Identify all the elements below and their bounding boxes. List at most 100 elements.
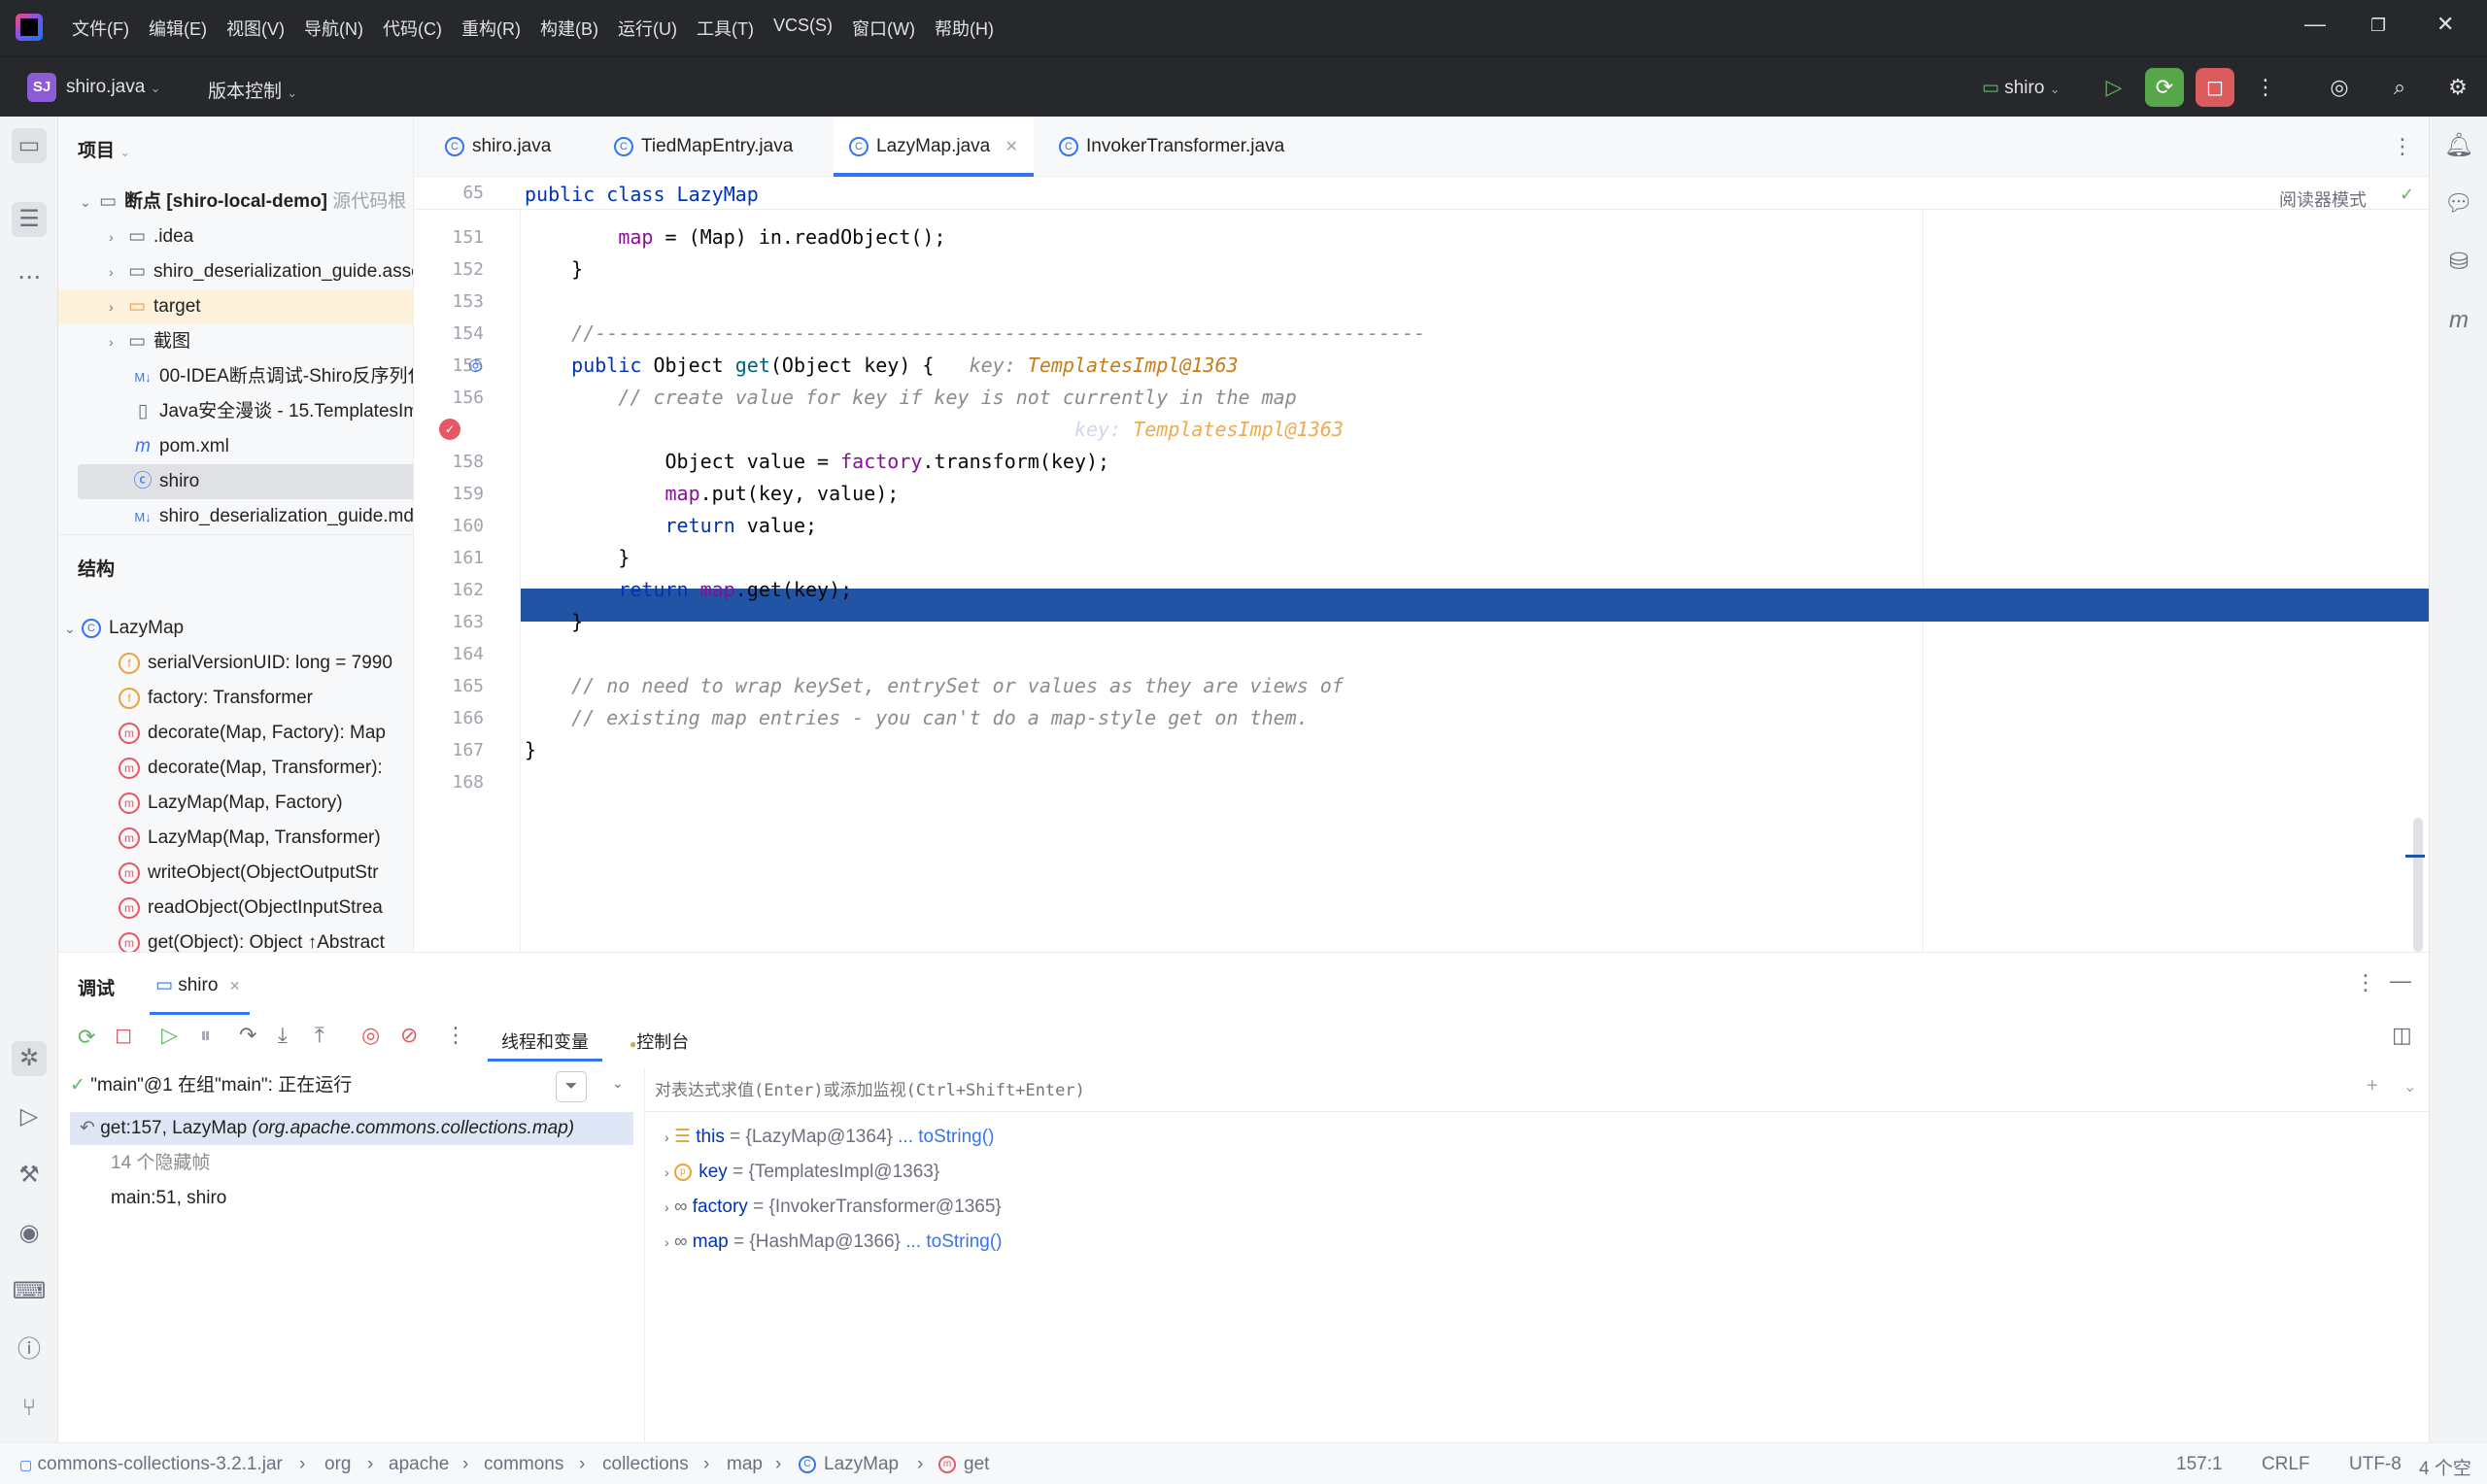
variable-row[interactable]: › ∞ factory = {InvokerTransformer@1365} xyxy=(664,1190,1002,1225)
menu-edit[interactable]: 编辑(E) xyxy=(149,16,207,41)
variable-row[interactable]: › ☰ this = {LazyMap@1364} ... toString() xyxy=(664,1120,994,1155)
chevron-right-icon[interactable]: › xyxy=(664,1130,669,1145)
caret-position[interactable]: 157:1 xyxy=(2176,1454,2223,1475)
structure-icon[interactable]: ☰ xyxy=(12,202,47,237)
add-watch-icon[interactable]: ⌄ xyxy=(2403,1077,2416,1096)
chevron-right-icon[interactable]: › xyxy=(664,1164,669,1180)
ai-assistant-icon[interactable]: ◎ xyxy=(2320,68,2359,107)
tab-threads-variables[interactable]: 线程和变量 xyxy=(488,1009,602,1062)
tree-row-pom[interactable]: m pom.xml xyxy=(58,429,413,464)
tostring-link[interactable]: ... toString() xyxy=(905,1231,1002,1252)
menu-view[interactable]: 视图(V) xyxy=(226,16,285,41)
view-breakpoints-icon[interactable]: ◎ xyxy=(361,1023,380,1048)
tab-lazymap-java[interactable]: C LazyMap.java ✕ xyxy=(834,117,1034,177)
indent-setting[interactable]: 4 个空格 xyxy=(2419,1454,2487,1484)
minimize-icon[interactable]: — xyxy=(2304,12,2326,37)
hide-panel-icon[interactable]: — xyxy=(2390,968,2411,994)
breadcrumb-item[interactable]: commons xyxy=(484,1454,563,1475)
tree-row-md2[interactable]: M↓ shiro_deserialization_guide.md xyxy=(58,499,413,534)
more-debug-actions-icon[interactable]: ⋮ xyxy=(445,1023,466,1048)
breadcrumb-class[interactable]: C LazyMap xyxy=(799,1454,899,1475)
debug-session-tab[interactable]: ▭ shiro ✕ xyxy=(150,957,251,1015)
breakpoint-icon[interactable]: ✓ xyxy=(439,419,460,440)
database-icon[interactable]: ⛁ xyxy=(2441,245,2476,280)
reader-mode-link[interactable]: 阅读器模式 xyxy=(2279,186,2367,212)
stop-icon[interactable]: ◻ xyxy=(115,1023,132,1048)
tostring-link[interactable]: ... toString() xyxy=(898,1127,994,1147)
more-tools-icon[interactable]: ⋯ xyxy=(12,260,47,295)
stop-icon[interactable]: ◻ xyxy=(2196,68,2234,107)
step-out-icon[interactable]: ⤒ xyxy=(315,1023,324,1048)
pause-icon[interactable]: ⏸ xyxy=(200,1023,211,1048)
menu-refactor[interactable]: 重构(R) xyxy=(461,16,521,41)
menu-code[interactable]: 代码(C) xyxy=(383,16,442,41)
hidden-frames-row[interactable]: 14 个隐藏帧 xyxy=(70,1147,633,1180)
vcs-selector[interactable]: 版本控制 ⌄ xyxy=(208,77,297,103)
project-panel-title[interactable]: 项目 ⌄ xyxy=(78,136,130,162)
git-branch-icon[interactable]: ⑂ xyxy=(12,1391,47,1426)
tree-row-txt[interactable]: ▯ Java安全漫谈 - 15.TemplatesImpl xyxy=(58,394,413,429)
resume-icon[interactable]: ▷ xyxy=(2095,68,2133,107)
tree-row-screenshots[interactable]: › ▭ 截图 xyxy=(58,324,413,359)
override-method-icon[interactable]: ◎ xyxy=(468,355,483,375)
structure-item[interactable]: f factory: Transformer xyxy=(58,681,413,716)
mute-breakpoints-icon[interactable]: ⊘ xyxy=(400,1023,418,1048)
menu-tools[interactable]: 工具(T) xyxy=(697,16,754,41)
step-into-icon[interactable]: ⤓ xyxy=(278,1023,288,1048)
close-tab-icon[interactable]: ✕ xyxy=(229,978,241,994)
menu-navigate[interactable]: 导航(N) xyxy=(304,16,363,41)
filter-icon[interactable]: ⏷ xyxy=(556,1071,587,1102)
tab-options-icon[interactable]: ⋮ xyxy=(2392,134,2413,159)
structure-item[interactable]: m LazyMap(Map, Factory) xyxy=(58,786,413,821)
maven-icon[interactable]: m xyxy=(2441,303,2476,338)
menu-run[interactable]: 运行(U) xyxy=(618,16,677,41)
breadcrumb-item[interactable]: org xyxy=(324,1454,351,1475)
run-config-selector[interactable]: ▭ shiro ⌄ xyxy=(1982,77,2061,99)
structure-item[interactable]: m get(Object): Object ↑Abstract xyxy=(58,926,413,952)
chevron-right-icon[interactable]: › xyxy=(664,1199,669,1215)
tree-row-assets[interactable]: › ▭ shiro_deserialization_guide.assets xyxy=(58,254,413,289)
structure-root[interactable]: ⌄ C LazyMap xyxy=(58,611,413,646)
breadcrumb-method[interactable]: m get xyxy=(938,1454,989,1475)
frame-row[interactable]: ↶ get:157, LazyMap (org.apache.commons.c… xyxy=(70,1112,633,1145)
step-over-icon[interactable]: ↷ xyxy=(239,1023,256,1048)
structure-item[interactable]: m LazyMap(Map, Transformer) xyxy=(58,821,413,856)
close-tab-icon[interactable]: ✕ xyxy=(1005,139,1018,155)
maximize-icon[interactable]: ❐ xyxy=(2370,16,2386,36)
chevron-down-icon[interactable]: ⌄ xyxy=(612,1075,624,1092)
tree-row-root[interactable]: ⌄ ▭ 断点 [shiro-local-demo] 源代码根 xyxy=(58,185,413,219)
structure-item[interactable]: f serialVersionUID: long = 7990 xyxy=(58,646,413,681)
tree-row-shiro[interactable]: ⓒ shiro xyxy=(78,464,413,499)
menu-build[interactable]: 构建(B) xyxy=(540,16,598,41)
thread-selector[interactable]: ✓ "main"@1 在组"main": 正在运行 xyxy=(70,1069,633,1102)
tab-tiedmapentry-java[interactable]: C TiedMapEntry.java xyxy=(598,117,808,177)
terminal-icon[interactable]: ⌨ xyxy=(12,1274,47,1309)
layout-settings-icon[interactable]: ◫ xyxy=(2392,1023,2412,1048)
rerun-icon[interactable]: ⟳ xyxy=(78,1025,95,1050)
file-encoding[interactable]: UTF-8 xyxy=(2349,1454,2402,1475)
search-icon[interactable]: ⌕ xyxy=(2380,68,2419,107)
project-folder-icon[interactable]: ▭ xyxy=(12,128,47,163)
chevron-right-icon[interactable]: › xyxy=(664,1234,669,1250)
debug-bug-icon[interactable]: ✲ xyxy=(12,1041,47,1076)
services-icon[interactable]: ◉ xyxy=(12,1216,47,1251)
editor-scrollbar-thumb[interactable] xyxy=(2413,818,2423,952)
menu-window[interactable]: 窗口(W) xyxy=(852,16,915,41)
close-window-icon[interactable]: ✕ xyxy=(2436,12,2454,37)
settings-gear-icon[interactable]: ⚙ xyxy=(2438,68,2477,107)
frame-row[interactable]: main:51, shiro xyxy=(70,1182,633,1215)
sticky-line[interactable]: 65 public class LazyMap xyxy=(414,177,2429,210)
problems-icon[interactable]: ⓘ xyxy=(12,1332,47,1367)
more-actions-icon[interactable]: ⋮ xyxy=(2246,68,2285,107)
tree-row-idea[interactable]: › ▭ .idea xyxy=(58,219,413,254)
menu-vcs[interactable]: VCS(S) xyxy=(773,16,833,41)
structure-item[interactable]: m decorate(Map, Factory): Map xyxy=(58,716,413,751)
breadcrumb-item[interactable]: collections xyxy=(602,1454,689,1475)
structure-item[interactable]: m readObject(ObjectInputStrea xyxy=(58,891,413,926)
notifications-bell-icon[interactable]: 🔔︎ xyxy=(2441,128,2476,163)
breadcrumb-jar[interactable]: ▢ commons-collections-3.2.1.jar xyxy=(19,1454,283,1475)
resume-program-icon[interactable]: ▷ xyxy=(161,1023,178,1048)
variable-row[interactable]: › p key = {TemplatesImpl@1363} xyxy=(664,1155,939,1190)
rerun-debug-icon[interactable]: ⟳ xyxy=(2145,68,2184,107)
ai-chat-icon[interactable]: 💬︎ xyxy=(2441,186,2476,221)
